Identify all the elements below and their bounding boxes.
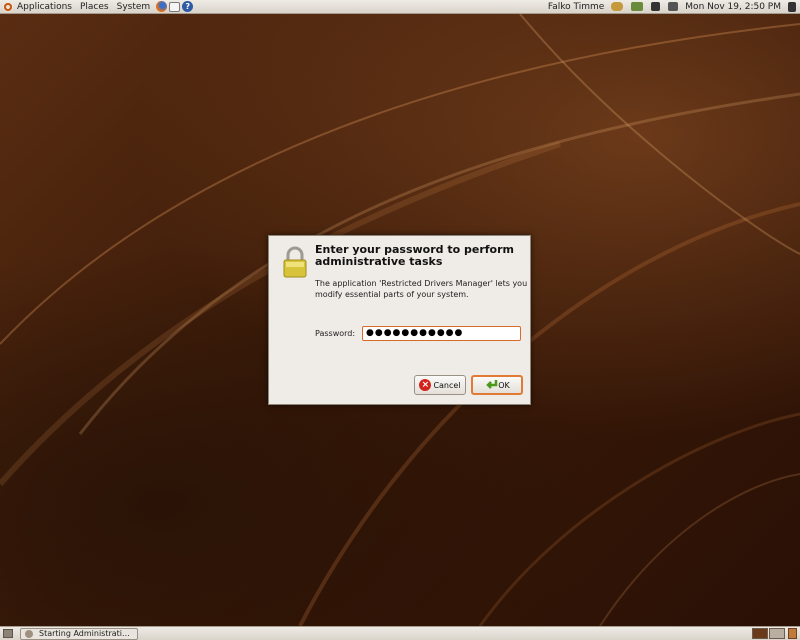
volume-icon[interactable]	[668, 2, 679, 11]
panel-tray: Falko Timme Mon Nov 19, 2:50 PM	[545, 0, 800, 14]
ok-button-label: OK	[498, 380, 510, 390]
clock[interactable]: Mon Nov 19, 2:50 PM	[682, 0, 784, 14]
power-icon[interactable]	[788, 1, 796, 12]
mail-icon[interactable]	[169, 1, 181, 12]
dialog-title: Enter your password to perform administr…	[315, 243, 515, 268]
trash-icon[interactable]	[788, 628, 797, 639]
show-desktop-icon[interactable]	[3, 629, 13, 638]
task-app-icon	[25, 630, 33, 638]
ok-arrow-icon	[484, 379, 498, 391]
top-panel: Applications Places System ? Falko Timme…	[0, 0, 800, 14]
cancel-button[interactable]: × Cancel	[414, 375, 466, 395]
password-field[interactable]: ●●●●●●●●●●●	[362, 326, 521, 341]
taskbar-item[interactable]: Starting Administrati...	[20, 628, 138, 640]
user-switcher[interactable]: Falko Timme	[545, 0, 607, 14]
lock-icon	[281, 246, 309, 278]
password-dialog: Enter your password to perform administr…	[268, 235, 531, 405]
notification-icon[interactable]	[611, 2, 624, 11]
taskbar-item-label: Starting Administrati...	[39, 629, 130, 638]
cancel-button-label: Cancel	[433, 380, 461, 390]
menu-applications[interactable]: Applications	[13, 0, 76, 14]
password-label: Password:	[315, 329, 356, 338]
workspace-1[interactable]	[752, 628, 768, 639]
ok-button[interactable]: OK	[471, 375, 523, 395]
dialog-message: The application 'Restricted Drivers Mana…	[315, 279, 528, 299]
menu-places[interactable]: Places	[76, 0, 113, 14]
menu-system[interactable]: System	[113, 0, 155, 14]
network-icon[interactable]	[651, 2, 661, 11]
workspace-2[interactable]	[769, 628, 785, 639]
cancel-icon: ×	[419, 379, 432, 391]
bottom-panel: Starting Administrati...	[0, 626, 800, 640]
ubuntu-logo-icon[interactable]	[3, 1, 13, 12]
update-icon[interactable]	[631, 2, 644, 11]
help-icon[interactable]: ?	[182, 1, 194, 12]
firefox-icon[interactable]	[156, 1, 168, 12]
